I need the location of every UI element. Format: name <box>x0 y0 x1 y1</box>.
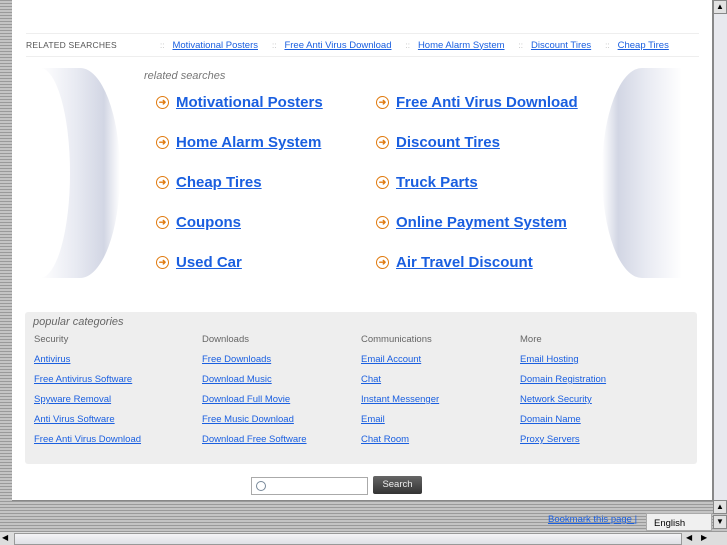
top-link[interactable]: Motivational Posters <box>172 40 258 51</box>
category-link[interactable]: Email <box>361 414 439 434</box>
category-link[interactable]: Email Account <box>361 354 439 374</box>
related-searches-label: RELATED SEARCHES <box>26 40 117 50</box>
arrow-right-icon: ➜ <box>156 136 169 149</box>
category-link[interactable]: Anti Virus Software <box>34 414 141 434</box>
related-search-link[interactable]: Truck Parts <box>396 174 478 191</box>
category-header: Security <box>34 334 69 345</box>
related-search-item[interactable]: ➜ Motivational Posters <box>156 94 323 111</box>
related-search-item[interactable]: ➜ Free Anti Virus Download <box>376 94 578 111</box>
related-search-link[interactable]: Discount Tires <box>396 134 500 151</box>
category-link[interactable]: Network Security <box>520 394 606 414</box>
related-search-item[interactable]: ➜ Online Payment System <box>376 214 567 231</box>
related-search-item[interactable]: ➜ Home Alarm System <box>156 134 321 151</box>
related-search-link[interactable]: Online Payment System <box>396 214 567 231</box>
scroll-up-icon[interactable]: ▲ <box>713 500 727 514</box>
related-search-item[interactable]: ➜ Cheap Tires <box>156 174 262 191</box>
related-search-link[interactable]: Motivational Posters <box>176 94 323 111</box>
scroll-left-icon[interactable]: ◀ <box>686 533 692 542</box>
category-link[interactable]: Chat <box>361 374 439 394</box>
category-link[interactable]: Free Downloads <box>202 354 307 374</box>
category-link[interactable]: Free Antivirus Software <box>34 374 141 394</box>
related-search-link[interactable]: Coupons <box>176 214 241 231</box>
category-link[interactable]: Free Music Download <box>202 414 307 434</box>
top-link[interactable]: Free Anti Virus Download <box>284 40 391 51</box>
arrow-right-icon: ➜ <box>376 216 389 229</box>
horizontal-scrollbar[interactable]: ◀ ◀ ▶ <box>0 531 727 545</box>
scroll-left-icon[interactable]: ◀ <box>2 533 8 542</box>
category-link[interactable]: Download Free Software <box>202 434 307 454</box>
right-decoration <box>602 68 682 278</box>
separator: :: <box>160 40 165 50</box>
arrow-right-icon: ➜ <box>376 256 389 269</box>
category-link[interactable]: Free Anti Virus Download <box>34 434 141 454</box>
arrow-right-icon: ➜ <box>156 96 169 109</box>
left-decoration <box>40 68 120 278</box>
related-searches-title: related searches <box>144 70 226 82</box>
category-column: Security Antivirus Free Antivirus Software… <box>34 334 141 454</box>
bookmark-link[interactable]: Bookmark this page | <box>548 514 637 525</box>
top-link[interactable]: Home Alarm System <box>418 40 505 51</box>
separator: :: <box>272 40 277 50</box>
related-search-item[interactable]: ➜ Air Travel Discount <box>376 254 533 271</box>
arrow-right-icon: ➜ <box>156 176 169 189</box>
related-search-item[interactable]: ➜ Coupons <box>156 214 241 231</box>
horizontal-scroll-thumb[interactable] <box>14 533 682 545</box>
top-link[interactable]: Discount Tires <box>531 40 591 51</box>
category-link[interactable]: Download Full Movie <box>202 394 307 414</box>
related-search-link[interactable]: Cheap Tires <box>176 174 262 191</box>
category-column: Downloads Free Downloads Download Music Dow… <box>202 334 307 454</box>
page-content: RELATED SEARCHES :: Motivational Posters … <box>12 0 713 501</box>
separator: :: <box>518 40 523 50</box>
arrow-right-icon: ➜ <box>376 96 389 109</box>
search-input[interactable] <box>251 477 368 495</box>
popular-categories: popular categories Security Antivirus Free… <box>25 312 697 464</box>
category-link[interactable]: Download Music <box>202 374 307 394</box>
category-link[interactable]: Instant Messenger <box>361 394 439 414</box>
related-search-item[interactable]: ➜ Discount Tires <box>376 134 500 151</box>
language-select[interactable]: English <box>646 513 712 531</box>
vertical-scrollbar[interactable] <box>713 0 727 501</box>
scroll-up-icon[interactable]: ▲ <box>713 0 727 14</box>
category-link[interactable]: Email Hosting <box>520 354 606 374</box>
arrow-right-icon: ➜ <box>376 176 389 189</box>
related-search-link[interactable]: Air Travel Discount <box>396 254 533 271</box>
arrow-right-icon: ➜ <box>376 136 389 149</box>
scroll-right-icon[interactable]: ▶ <box>701 533 707 542</box>
scroll-down-icon[interactable]: ▼ <box>713 515 727 529</box>
category-header: Communications <box>361 334 432 345</box>
related-search-link[interactable]: Home Alarm System <box>176 134 321 151</box>
category-link[interactable]: Chat Room <box>361 434 439 454</box>
search-button[interactable]: Search <box>373 476 422 494</box>
top-link[interactable]: Cheap Tires <box>618 40 669 51</box>
category-header: Downloads <box>202 334 249 345</box>
related-search-link[interactable]: Free Anti Virus Download <box>396 94 578 111</box>
related-search-link[interactable]: Used Car <box>176 254 242 271</box>
category-link[interactable]: Domain Name <box>520 414 606 434</box>
category-column: Communications Email Account Chat Instant M… <box>361 334 439 454</box>
separator: :: <box>405 40 410 50</box>
separator: :: <box>605 40 610 50</box>
category-header: More <box>520 334 542 345</box>
related-search-item[interactable]: ➜ Used Car <box>156 254 242 271</box>
related-search-item[interactable]: ➜ Truck Parts <box>376 174 478 191</box>
related-searches-bar: RELATED SEARCHES :: Motivational Posters … <box>26 33 699 57</box>
arrow-right-icon: ➜ <box>156 256 169 269</box>
arrow-right-icon: ➜ <box>156 216 169 229</box>
category-link[interactable]: Proxy Servers <box>520 434 606 454</box>
category-column: More Email Hosting Domain Registration Netw… <box>520 334 606 454</box>
category-link[interactable]: Domain Registration <box>520 374 606 394</box>
category-link[interactable]: Antivirus <box>34 354 141 374</box>
category-link[interactable]: Spyware Removal <box>34 394 141 414</box>
popular-categories-title: popular categories <box>33 316 124 328</box>
